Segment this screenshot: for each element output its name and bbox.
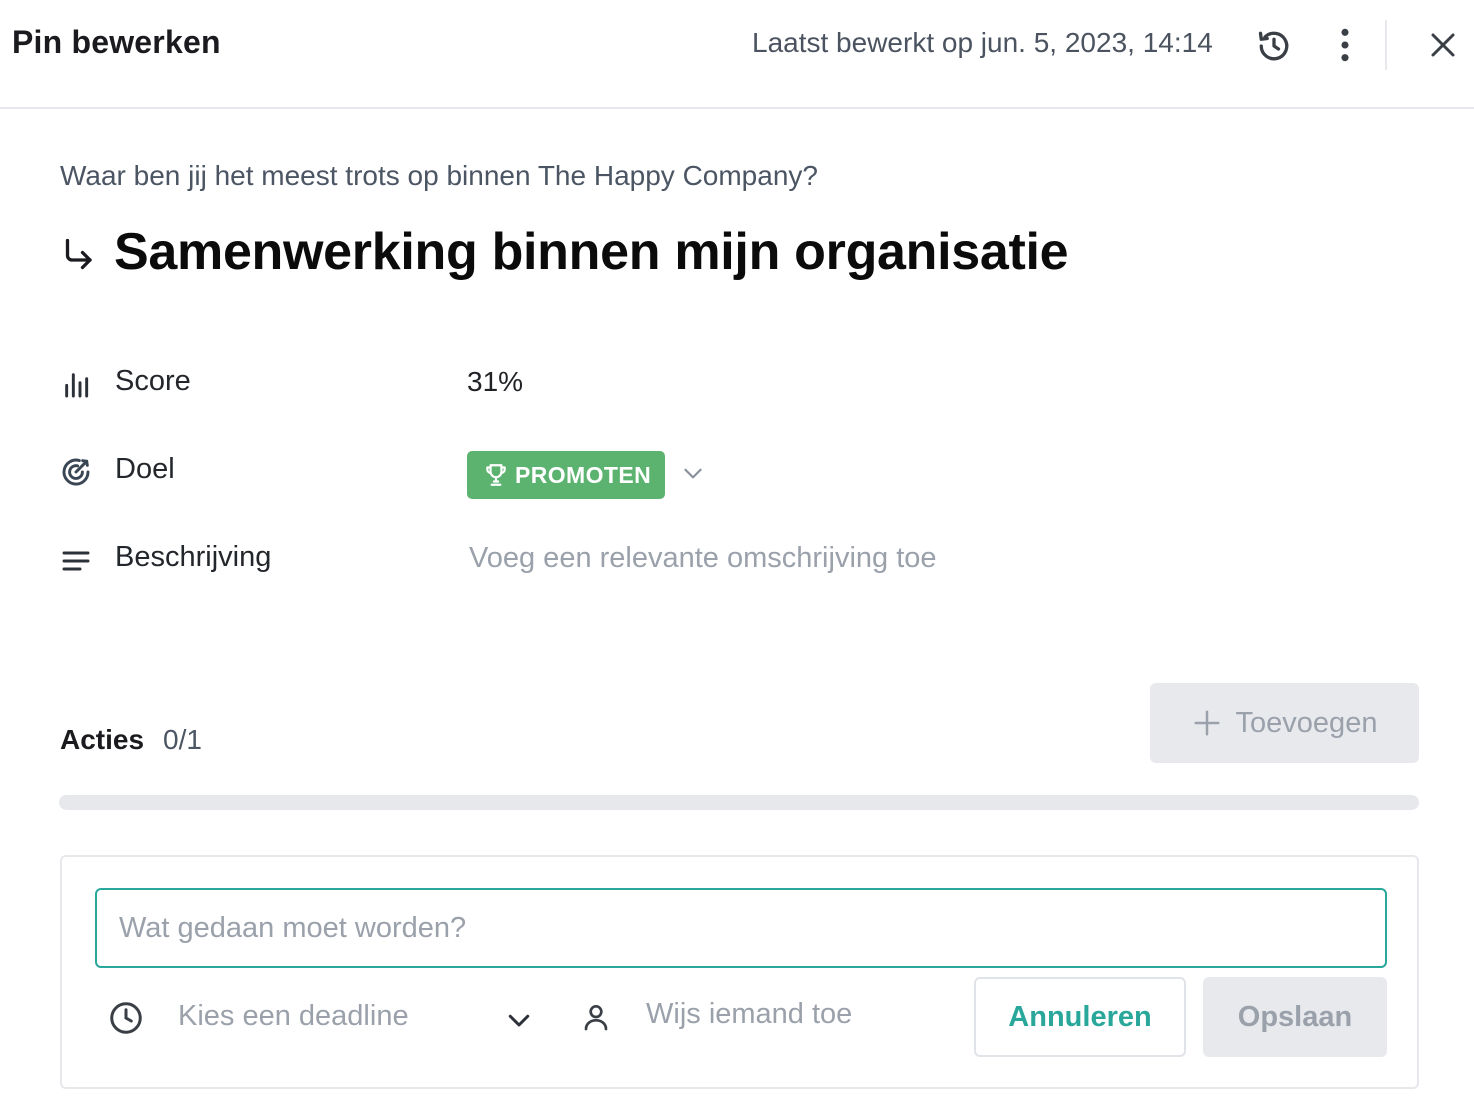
target-icon — [62, 458, 90, 486]
assignee-picker[interactable]: Wijs iemand toe — [646, 998, 852, 1031]
goal-badge-label: PROMOTEN — [515, 461, 652, 488]
add-action-label: Toevoegen — [1235, 706, 1378, 739]
goal-badge[interactable]: PROMOTEN — [467, 451, 665, 499]
cancel-button[interactable]: Annuleren — [974, 977, 1186, 1057]
actions-progress-bar — [59, 795, 1419, 810]
close-icon[interactable] — [1428, 30, 1458, 60]
score-value: 31% — [467, 366, 524, 397]
actions-label: Acties — [60, 724, 145, 755]
person-icon — [584, 1005, 608, 1031]
goal-label: Doel — [115, 453, 175, 485]
chevron-down-icon[interactable] — [680, 460, 706, 486]
last-edited-text: Laatst bewerkt op jun. 5, 2023, 14:14 — [752, 27, 1213, 58]
plus-icon — [1194, 710, 1220, 736]
more-vertical-icon[interactable] — [1330, 26, 1360, 64]
description-label: Beschrijving — [115, 541, 272, 573]
clock-icon — [110, 1002, 142, 1034]
trophy-icon — [486, 464, 506, 486]
save-button[interactable]: Opslaan — [1203, 977, 1387, 1057]
header-divider — [1385, 20, 1387, 70]
dialog-header: Pin bewerken Laatst bewerkt op jun. 5, 2… — [0, 0, 1474, 109]
history-icon[interactable] — [1256, 28, 1292, 64]
add-action-button[interactable]: Toevoegen — [1150, 683, 1419, 763]
pin-answer: Samenwerking binnen mijn organisatie — [114, 223, 1069, 281]
dialog-title: Pin bewerken — [12, 24, 221, 60]
actions-count: 0/1 — [163, 724, 202, 755]
bar-chart-icon — [65, 373, 89, 398]
chevron-down-icon[interactable] — [504, 1005, 534, 1035]
task-input[interactable] — [95, 888, 1387, 968]
deadline-picker[interactable]: Kies een deadline — [178, 1000, 409, 1033]
score-label: Score — [115, 365, 191, 397]
text-lines-icon — [62, 551, 90, 571]
arrow-down-right-icon — [65, 238, 92, 270]
description-placeholder[interactable]: Voeg een relevante omschrijving toe — [469, 542, 937, 575]
new-action-form: Kies een deadline Wijs iemand toe Annule… — [60, 855, 1419, 1089]
pin-question: Waar ben jij het meest trots op binnen T… — [60, 160, 818, 191]
